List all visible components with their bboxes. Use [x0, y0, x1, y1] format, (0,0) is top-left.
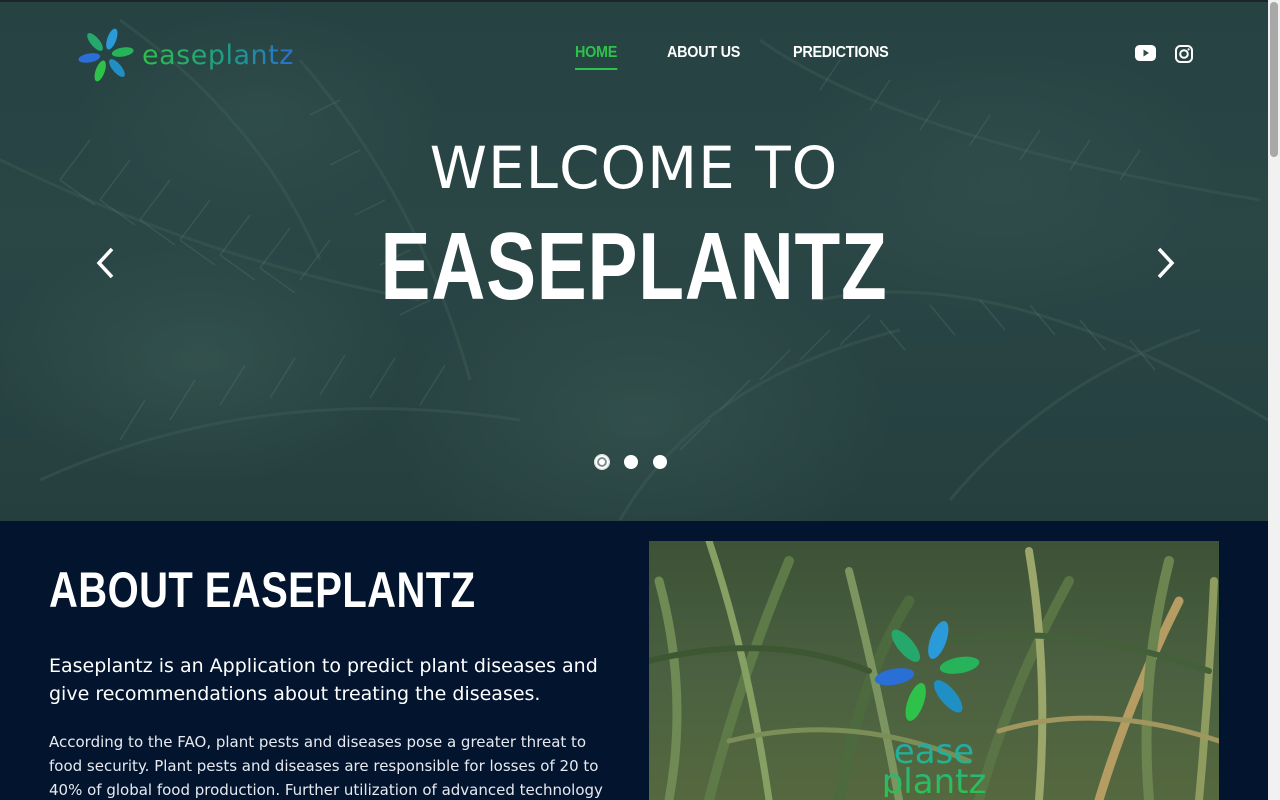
- page-scrollbar[interactable]: [1268, 0, 1280, 800]
- logo-text: easeplantz: [142, 39, 294, 71]
- chevron-left-icon[interactable]: [94, 246, 116, 284]
- scrollbar-thumb[interactable]: [1270, 2, 1278, 157]
- nav-about-us[interactable]: ABOUT US: [667, 44, 740, 70]
- hero-carousel: easeplantz HOME ABOUT US PREDICTIONS WEL…: [0, 0, 1268, 521]
- social-links: [1135, 45, 1212, 67]
- carousel-indicators: [594, 454, 682, 470]
- youtube-icon[interactable]: [1135, 45, 1156, 67]
- flower-logo-icon: [78, 28, 134, 82]
- carousel-dot-1[interactable]: [594, 454, 610, 470]
- chevron-right-icon[interactable]: [1155, 246, 1177, 284]
- carousel-dot-2[interactable]: [624, 455, 638, 469]
- hero-welcome: WELCOME TO: [429, 134, 839, 202]
- about-lead: Easeplantz is an Application to predict …: [49, 655, 598, 705]
- site-logo[interactable]: easeplantz: [76, 24, 294, 86]
- top-border: [0, 0, 1268, 2]
- about-title: ABOUT EASEPLANTZ: [49, 562, 476, 618]
- nav-predictions[interactable]: PREDICTIONS: [793, 44, 889, 70]
- about-section: ABOUT EASEPLANTZ Easeplantz is an Applic…: [0, 521, 1268, 800]
- about-body: According to the FAO, plant pests and di…: [49, 733, 603, 799]
- main-nav: HOME ABOUT US PREDICTIONS: [575, 44, 944, 70]
- image-logo-line-2: plantz: [881, 762, 987, 800]
- instagram-icon[interactable]: [1175, 45, 1193, 67]
- nav-home[interactable]: HOME: [575, 44, 617, 70]
- hero-title: EASEPLANTZ: [380, 213, 888, 320]
- about-image: ease plantz: [649, 541, 1219, 800]
- carousel-dot-3[interactable]: [653, 455, 667, 469]
- image-logo-text: ease plantz: [649, 737, 1219, 797]
